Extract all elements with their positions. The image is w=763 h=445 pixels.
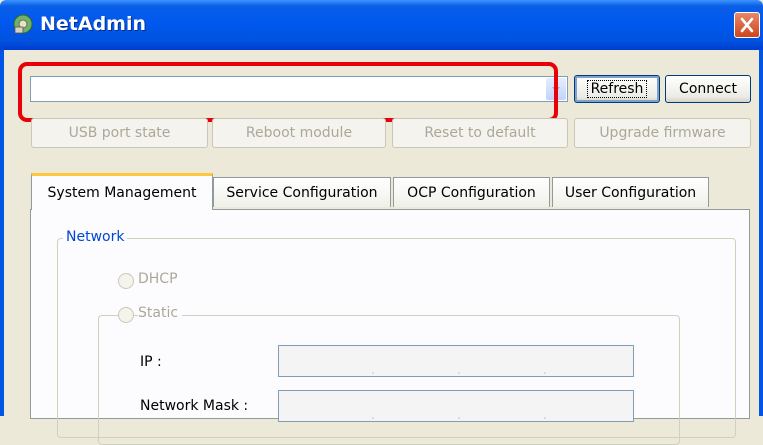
chevron-down-icon bbox=[552, 87, 560, 92]
tab-user-configuration[interactable]: User Configuration bbox=[552, 177, 709, 207]
ip-address-field[interactable]: . . . bbox=[278, 345, 634, 377]
reset-to-default-label: Reset to default bbox=[424, 125, 536, 141]
reboot-module-label: Reboot module bbox=[245, 125, 353, 141]
tab-label: User Configuration bbox=[564, 184, 697, 201]
reboot-module-button[interactable]: Reboot module bbox=[212, 118, 386, 148]
static-label: Static bbox=[138, 305, 183, 321]
reset-to-default-button[interactable]: Reset to default bbox=[392, 118, 568, 148]
network-mask-field[interactable]: . . . bbox=[278, 390, 634, 422]
ip-label: IP : bbox=[140, 354, 162, 370]
network-group-label: Network bbox=[63, 229, 128, 245]
tab-label: Service Configuration bbox=[226, 184, 378, 201]
dhcp-radio[interactable] bbox=[118, 273, 134, 289]
usb-port-state-label: USB port state bbox=[68, 125, 171, 141]
device-select-dropdown-button[interactable] bbox=[546, 78, 566, 100]
connect-button[interactable]: Connect bbox=[665, 75, 751, 103]
static-group bbox=[98, 315, 680, 445]
tab-label: System Management bbox=[47, 185, 197, 201]
dhcp-label: DHCP bbox=[138, 271, 182, 287]
refresh-button[interactable]: Refresh bbox=[574, 75, 660, 103]
refresh-button-label: Refresh bbox=[586, 80, 648, 98]
tab-ocp-configuration[interactable]: OCP Configuration bbox=[393, 177, 550, 207]
tab-label: OCP Configuration bbox=[407, 184, 536, 201]
close-button[interactable] bbox=[734, 12, 760, 38]
device-select[interactable] bbox=[30, 76, 568, 102]
tab-system-management[interactable]: System Management bbox=[31, 173, 213, 210]
window-title: NetAdmin bbox=[40, 13, 147, 35]
network-mask-label: Network Mask : bbox=[140, 398, 249, 414]
title-bar: NetAdmin bbox=[0, 0, 763, 50]
upgrade-firmware-button[interactable]: Upgrade firmware bbox=[574, 118, 751, 148]
upgrade-firmware-label: Upgrade firmware bbox=[599, 125, 726, 141]
connect-button-label: Connect bbox=[679, 81, 737, 97]
static-radio[interactable] bbox=[118, 307, 134, 323]
close-icon bbox=[740, 17, 754, 33]
usb-port-state-button[interactable]: USB port state bbox=[31, 118, 208, 148]
network-admin-icon bbox=[13, 14, 33, 34]
tab-service-configuration[interactable]: Service Configuration bbox=[213, 177, 391, 207]
